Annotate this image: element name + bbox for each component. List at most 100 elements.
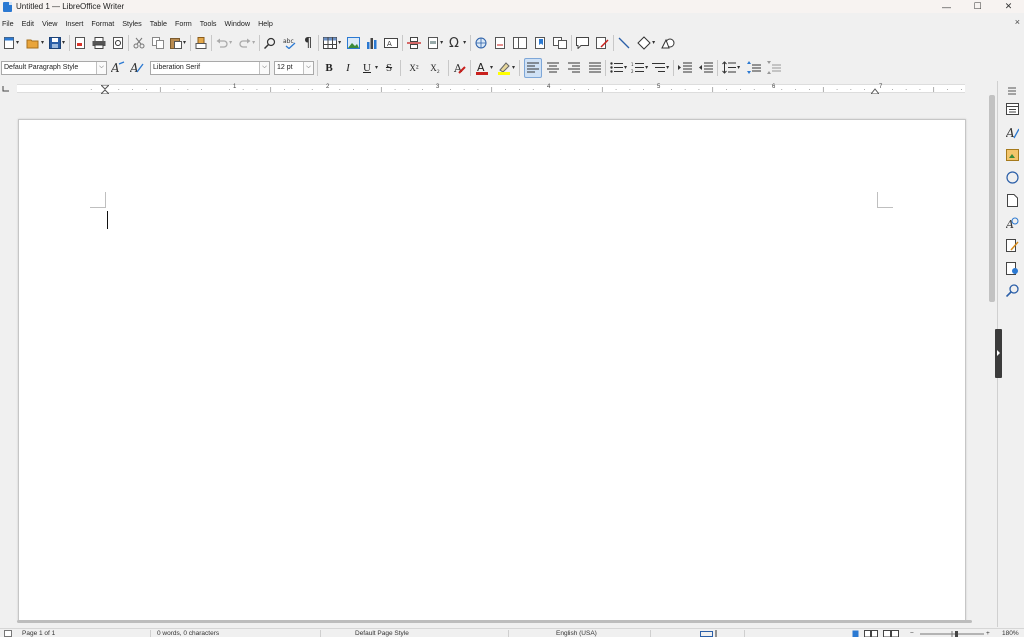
track-changes-button[interactable]	[596, 33, 609, 53]
menu-table[interactable]: Table	[146, 19, 171, 28]
align-center-button[interactable]	[547, 58, 560, 78]
superscript-button[interactable]: X²	[405, 58, 423, 78]
decrease-paragraph-spacing-button[interactable]	[767, 58, 782, 78]
zoom-slider[interactable]	[920, 631, 984, 637]
menu-file[interactable]: File	[0, 19, 18, 28]
language[interactable]: English (USA)	[556, 630, 597, 637]
style-inspector-icon[interactable]: A	[1005, 216, 1019, 230]
ordered-list-button[interactable]: 12 ▾	[631, 58, 648, 78]
align-right-button[interactable]	[568, 58, 581, 78]
insert-chart-button[interactable]	[366, 33, 378, 53]
menu-edit[interactable]: Edit	[18, 19, 38, 28]
outline-list-button[interactable]: ▾	[652, 58, 669, 78]
vertical-scrollbar[interactable]	[989, 95, 995, 302]
insert-special-character-button[interactable]: Ω ▾	[449, 33, 466, 53]
find-icon[interactable]	[1005, 283, 1019, 297]
close-document-icon[interactable]: ×	[1015, 17, 1020, 27]
right-indent-marker-icon[interactable]	[871, 87, 879, 94]
single-page-view-icon[interactable]	[852, 630, 860, 637]
gallery-icon[interactable]	[1005, 148, 1019, 162]
zoom-in-button[interactable]: +	[986, 630, 990, 637]
print-preview-button[interactable]	[112, 33, 124, 53]
menu-help[interactable]: Help	[254, 19, 277, 28]
line-spacing-button[interactable]: ▾	[722, 58, 740, 78]
undo-button[interactable]: ▾	[216, 33, 232, 53]
print-button[interactable]	[92, 33, 106, 53]
open-button[interactable]: ▾	[26, 33, 44, 53]
copy-button[interactable]	[152, 33, 165, 53]
book-view-icon[interactable]	[883, 630, 899, 637]
clear-formatting-button[interactable]: A	[453, 58, 466, 78]
document-page[interactable]	[18, 119, 966, 622]
show-draw-functions-button[interactable]	[661, 33, 675, 53]
formatting-marks-button[interactable]: ¶	[304, 33, 314, 53]
insert-endnote-button[interactable]	[513, 33, 528, 53]
menu-styles[interactable]: Styles	[118, 19, 146, 28]
page-style[interactable]: Default Page Style	[355, 630, 409, 637]
chevron-down-icon[interactable]: ⌵	[96, 61, 106, 74]
paste-button[interactable]: ▾	[170, 33, 186, 53]
sidebar-menu-icon[interactable]	[1005, 84, 1019, 98]
menu-tools[interactable]: Tools	[196, 19, 221, 28]
word-count[interactable]: 0 words, 0 characters	[157, 630, 219, 637]
insert-hyperlink-button[interactable]	[475, 33, 487, 53]
insert-field-button[interactable]: ▾	[427, 33, 443, 53]
font-size-combo[interactable]: 12 pt ⌵	[274, 60, 314, 75]
update-style-button[interactable]: A	[111, 58, 125, 78]
font-color-button[interactable]: A ▾	[475, 58, 493, 78]
indent-marker-icon[interactable]	[101, 85, 109, 94]
multi-page-view-icon[interactable]	[864, 630, 878, 637]
new-style-button[interactable]: A	[130, 58, 144, 78]
insert-cross-reference-button[interactable]	[553, 33, 568, 53]
redo-button[interactable]: ▾	[239, 33, 255, 53]
maximize-button[interactable]: ☐	[962, 0, 993, 13]
align-left-button[interactable]	[524, 57, 543, 78]
basic-shapes-button[interactable]: ▾	[637, 33, 655, 53]
strikethrough-button[interactable]: S	[382, 58, 396, 78]
paragraph-style-combo[interactable]: Default Paragraph Style ⌵	[1, 60, 107, 75]
cut-button[interactable]	[133, 33, 145, 53]
unordered-list-button[interactable]: ▾	[610, 58, 627, 78]
selection-mode-icon[interactable]	[700, 630, 720, 637]
clone-formatting-button[interactable]	[195, 33, 207, 53]
tab-stop-icon[interactable]	[2, 85, 10, 93]
chevron-down-icon[interactable]: ⌵	[259, 61, 269, 74]
zoom-level[interactable]: 180%	[1002, 630, 1019, 637]
insert-bookmark-button[interactable]	[534, 33, 546, 53]
save-button[interactable]: ▾	[49, 33, 65, 53]
insert-footnote-button[interactable]	[494, 33, 506, 53]
italic-button[interactable]: I	[341, 58, 355, 78]
page-icon[interactable]	[1005, 193, 1019, 207]
insert-page-break-button[interactable]	[407, 33, 422, 53]
bold-button[interactable]: B	[322, 58, 336, 78]
font-name-combo[interactable]: Liberation Serif ⌵	[150, 60, 270, 75]
manage-changes-icon[interactable]	[1005, 238, 1019, 252]
spelling-button[interactable]: abc	[283, 33, 297, 53]
export-pdf-button[interactable]	[74, 33, 86, 53]
highlight-color-button[interactable]: ▾	[497, 58, 515, 78]
chevron-down-icon[interactable]: ⌵	[303, 61, 313, 74]
increase-paragraph-spacing-button[interactable]	[747, 58, 762, 78]
menu-view[interactable]: View	[38, 19, 61, 28]
minimize-button[interactable]: —	[931, 0, 962, 13]
styles-icon[interactable]: A	[1005, 125, 1019, 139]
decrease-indent-button[interactable]	[699, 58, 714, 78]
sidebar-collapse-handle[interactable]	[995, 329, 1002, 378]
design-icon[interactable]	[1005, 261, 1019, 275]
insert-textbox-button[interactable]: A	[384, 33, 399, 53]
new-document-button[interactable]: ▾	[3, 33, 19, 53]
navigator-icon[interactable]	[1005, 170, 1019, 184]
horizontal-scrollbar[interactable]	[17, 620, 972, 623]
insert-line-button[interactable]	[618, 33, 630, 53]
insert-comment-button[interactable]	[576, 33, 590, 53]
underline-button[interactable]: U ▾	[360, 58, 378, 78]
subscript-button[interactable]: X₂	[426, 58, 444, 78]
menu-form[interactable]: Form	[171, 19, 196, 28]
insert-table-button[interactable]: ▾	[323, 33, 341, 53]
menu-window[interactable]: Window	[221, 19, 255, 28]
insert-image-button[interactable]	[347, 33, 361, 53]
find-replace-button[interactable]	[264, 33, 276, 53]
menu-insert[interactable]: Insert	[61, 19, 87, 28]
properties-icon[interactable]	[1005, 102, 1019, 116]
close-button[interactable]: ✕	[993, 0, 1024, 13]
